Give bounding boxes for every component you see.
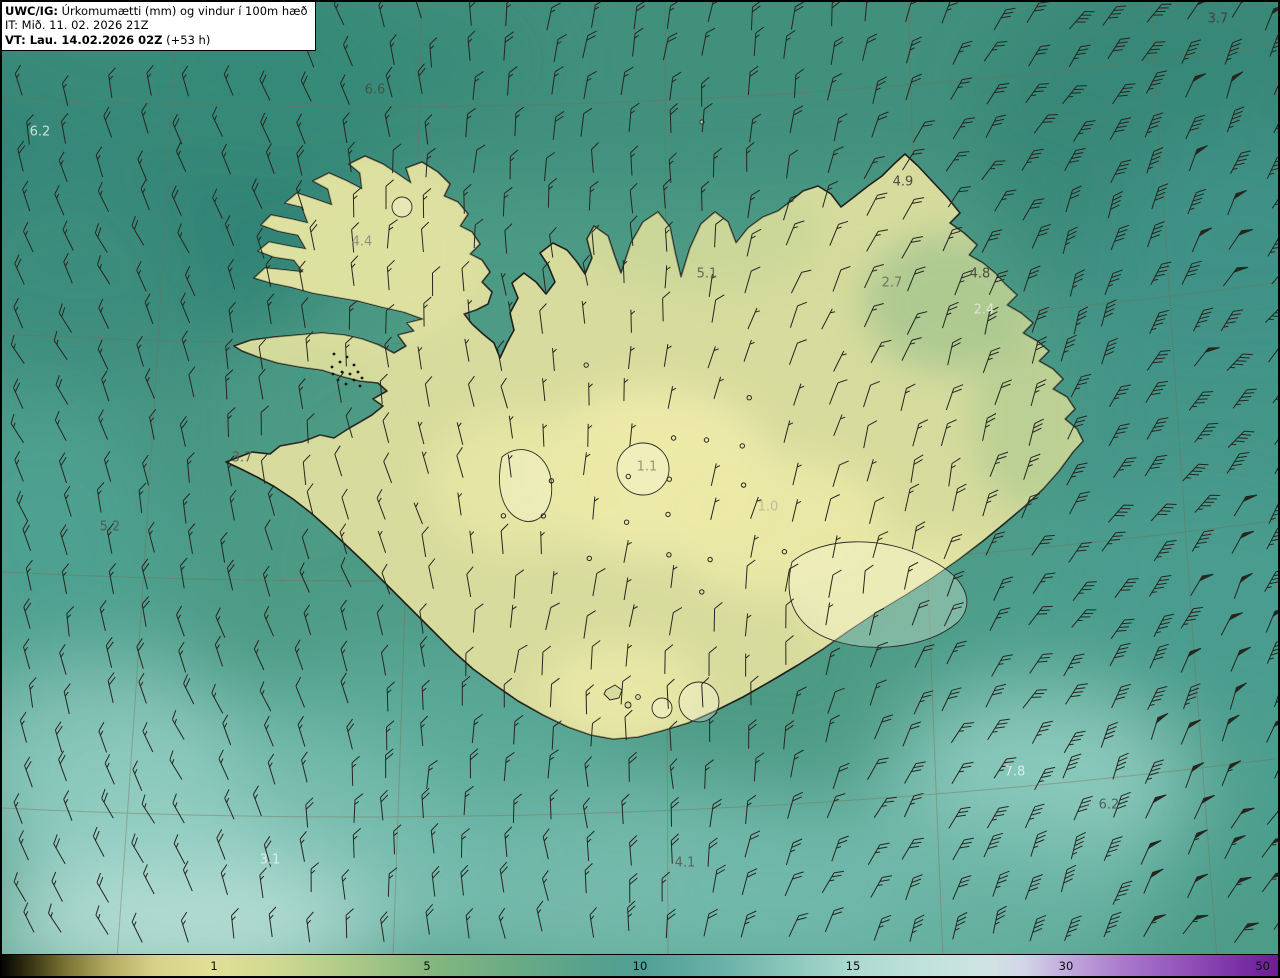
colorbar-tick: 10: [632, 958, 648, 973]
title-line: UWC/IG: Úrkomumætti (mm) og vindur í 100…: [5, 4, 308, 18]
map-title-box: UWC/IG: Úrkomumætti (mm) og vindur í 100…: [2, 2, 316, 52]
colorbar-legend: 1 5 10 15 30 50: [2, 954, 1278, 976]
valid-time: VT: Lau. 14.02.2026 02Z: [5, 32, 163, 47]
valid-line: VT: Lau. 14.02.2026 02Z (+53 h): [5, 33, 308, 47]
colorbar-tick: 5: [423, 958, 431, 973]
lead-time: (+53 h): [166, 32, 211, 47]
colorbar-tick: 15: [845, 958, 861, 973]
model-name: UWC/IG:: [5, 4, 58, 18]
map-title: Úrkomumætti (mm) og vindur í 100m hæð: [61, 4, 308, 18]
colorbar-tick: 30: [1058, 958, 1074, 973]
init-time: IT: Mið. 11. 02. 2026 21Z: [5, 18, 149, 33]
colorbar-tick: 50: [1255, 958, 1270, 973]
weather-map-app: 3.7 6.6 6.2 4.9 4.4 5.1 2.7 4.8 2.4 3.7 1.1 1.0 5.2 7…: [0, 0, 1280, 978]
map-canvas: [2, 2, 1278, 958]
colorbar-tick: 1: [210, 958, 218, 973]
